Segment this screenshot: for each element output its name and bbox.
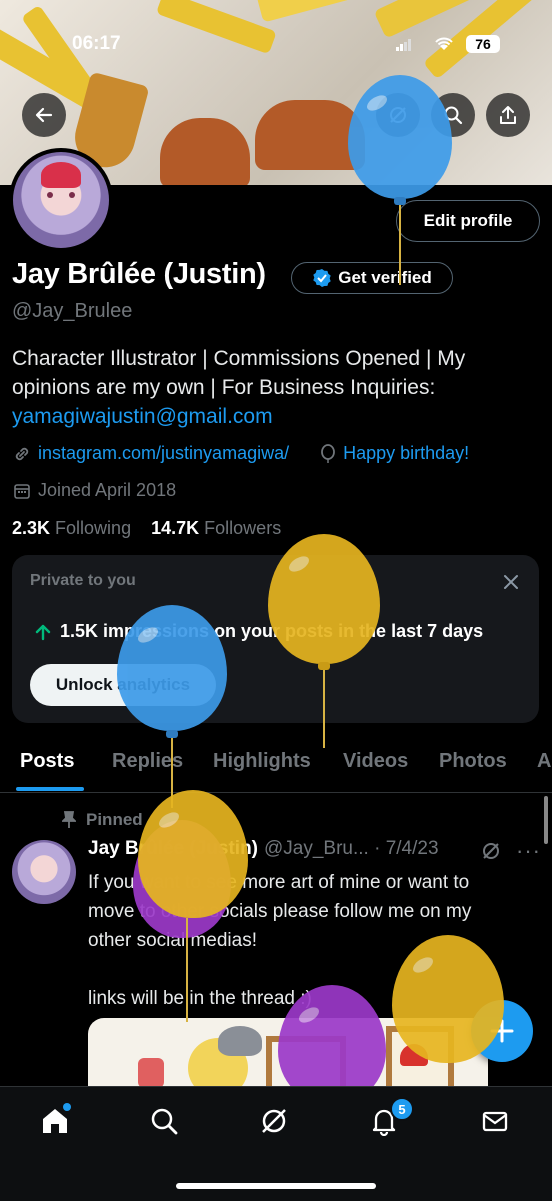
nav-messages[interactable] (477, 1103, 513, 1139)
balloon-string (323, 670, 325, 748)
notifications-badge: 5 (390, 1097, 414, 1121)
balloon-knot (318, 662, 330, 670)
get-verified-label: Get verified (338, 268, 432, 287)
wifi-icon (434, 36, 454, 56)
active-tab-indicator (16, 787, 84, 791)
birthday-link[interactable]: Happy birthday! (343, 443, 469, 464)
bio-email-link[interactable]: yamagiwajustin@gmail.com (12, 402, 532, 431)
bio-line: Character Illustrator | Commissions Open… (12, 347, 466, 370)
profile-name: Jay Brûlée (Justin) (12, 258, 266, 290)
follow-stats: 2.3K Following 14.7K Followers (12, 518, 281, 539)
profile-meta-row: instagram.com/justinyamagiwa/ Happy birt… (12, 443, 469, 464)
arrow-up-icon (35, 624, 51, 640)
following-label: Following (55, 518, 132, 538)
profile-handle: @Jay_Brulee (12, 300, 133, 322)
blue-balloon (117, 605, 227, 731)
pinned-label: Pinned (86, 810, 143, 829)
share-button[interactable] (486, 93, 530, 137)
get-verified-button[interactable]: Get verified (291, 262, 453, 294)
nav-home[interactable] (37, 1103, 73, 1139)
following-count: 2.3K (12, 518, 51, 538)
pinned-indicator: Pinned (62, 810, 143, 830)
grok-icon (483, 843, 499, 859)
tab-highlights[interactable]: Highlights (213, 750, 311, 773)
more-icon[interactable]: ··· (516, 838, 541, 864)
grok-icon (262, 1109, 286, 1133)
nav-notifications[interactable]: 5 (366, 1097, 414, 1139)
nav-grok[interactable] (256, 1103, 292, 1139)
balloon-knot (394, 197, 406, 205)
yellow-balloon (138, 790, 248, 918)
joined-row: Joined April 2018 (12, 480, 176, 501)
profile-tabs: Posts Replies Highlights Videos Photos A (0, 740, 552, 793)
tab-photos[interactable]: Photos (439, 750, 507, 773)
card-title: Private to you (30, 572, 136, 589)
edit-profile-button[interactable]: Edit profile (396, 200, 540, 242)
profile-bio: Character Illustrator | Commissions Open… (12, 344, 532, 431)
impressions-row: 1.5K impressions on your posts in the la… (34, 621, 483, 642)
website-link[interactable]: instagram.com/justinyamagiwa/ (38, 443, 289, 464)
link-icon (15, 447, 29, 460)
tab-videos[interactable]: Videos (343, 750, 408, 773)
signal-icon (396, 38, 412, 51)
followers-count: 14.7K (151, 518, 200, 538)
battery-indicator: 76 (466, 35, 500, 53)
followers-link[interactable]: 14.7K Followers (151, 518, 281, 538)
tab-articles[interactable]: A (537, 750, 551, 773)
bio-line: opinions are my own | For Business Inqui… (12, 376, 436, 399)
back-button[interactable] (22, 93, 66, 137)
scrollbar[interactable] (544, 796, 548, 844)
tab-posts[interactable]: Posts (20, 750, 74, 773)
joined-date: Joined April 2018 (38, 480, 177, 500)
grok-post-button[interactable] (480, 840, 502, 867)
yellow-balloon (268, 534, 380, 664)
close-card-button[interactable] (499, 570, 523, 594)
blue-balloon (348, 75, 452, 199)
post-handle-date: @Jay_Bru... · 7/4/23 (264, 838, 439, 859)
close-icon (504, 575, 518, 589)
yellow-balloon (392, 935, 504, 1063)
balloon-string (186, 918, 188, 1022)
nav-search[interactable] (146, 1103, 182, 1139)
home-indicator[interactable] (176, 1183, 376, 1189)
calendar-icon (14, 483, 30, 499)
verified-badge-icon (313, 269, 331, 287)
following-link[interactable]: 2.3K Following (12, 518, 131, 538)
status-time: 06:17 (72, 33, 121, 54)
followers-label: Followers (204, 518, 282, 538)
post-author-avatar[interactable] (12, 840, 76, 904)
search-icon (151, 1108, 178, 1135)
profile-avatar[interactable] (9, 148, 113, 252)
home-unread-dot (63, 1103, 71, 1111)
back-arrow-icon (35, 107, 53, 123)
balloon-icon (321, 443, 336, 463)
share-icon (500, 106, 516, 124)
balloon-string (399, 205, 401, 285)
mail-icon (482, 1111, 508, 1132)
pin-icon (62, 811, 76, 828)
balloon-knot (166, 730, 178, 738)
